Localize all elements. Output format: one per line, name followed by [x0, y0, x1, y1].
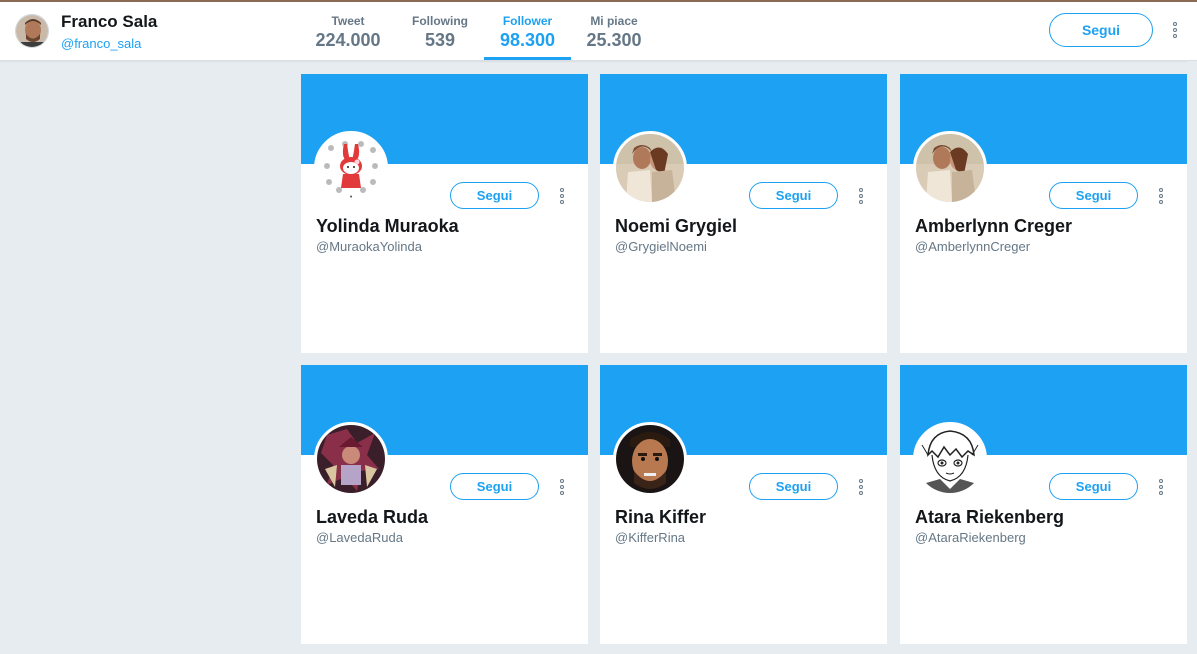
avatar[interactable] — [913, 422, 987, 496]
more-options-icon[interactable] — [1156, 188, 1166, 204]
user-handle[interactable]: @GrygielNoemi — [615, 239, 707, 254]
stat-follower[interactable]: Follower 98.300 — [484, 2, 571, 60]
follower-card[interactable]: ♦ Segui Yolinda Muraoka @MuraokaYolinda — [301, 74, 588, 353]
follower-card[interactable]: Segui Atara Riekenberg @AtaraRiekenberg — [900, 365, 1187, 644]
stat-label: Following — [412, 14, 468, 28]
user-name[interactable]: Noemi Grygiel — [615, 216, 737, 237]
follow-button[interactable]: Segui — [1049, 13, 1153, 47]
user-handle[interactable]: @MuraokaYolinda — [316, 239, 422, 254]
user-handle[interactable]: @KifferRina — [615, 530, 685, 545]
more-options-icon[interactable] — [856, 188, 866, 204]
user-name[interactable]: Yolinda Muraoka — [316, 216, 459, 237]
more-options-icon[interactable] — [1156, 479, 1166, 495]
follow-button[interactable]: Segui — [450, 473, 539, 500]
follow-button[interactable]: Segui — [749, 473, 838, 500]
profile-avatar[interactable] — [15, 14, 49, 48]
stat-value: 98.300 — [499, 30, 556, 50]
avatar[interactable] — [314, 422, 388, 496]
more-options-icon[interactable] — [557, 188, 567, 204]
follow-button[interactable]: Segui — [749, 182, 838, 209]
stat-tweet[interactable]: Tweet 224.000 — [305, 2, 391, 60]
stat-label: Follower — [502, 14, 553, 28]
follower-card[interactable]: Segui Amberlynn Creger @AmberlynnCreger — [900, 74, 1187, 353]
user-name[interactable]: Amberlynn Creger — [915, 216, 1072, 237]
follow-button[interactable]: Segui — [450, 182, 539, 209]
follow-button[interactable]: Segui — [1049, 473, 1138, 500]
user-name[interactable]: Laveda Ruda — [316, 507, 428, 528]
stat-likes[interactable]: Mi piace 25.300 — [571, 2, 657, 60]
profile-name[interactable]: Franco Sala — [61, 12, 157, 32]
avatar[interactable] — [913, 131, 987, 205]
profile-handle[interactable]: @franco_sala — [61, 36, 141, 51]
follower-card[interactable]: Segui Rina Kiffer @KifferRina — [600, 365, 887, 644]
user-name[interactable]: Atara Riekenberg — [915, 507, 1064, 528]
scrollbar[interactable] — [1187, 61, 1197, 654]
follower-card[interactable]: Segui Noemi Grygiel @GrygielNoemi — [600, 74, 887, 353]
user-name[interactable]: Rina Kiffer — [615, 507, 706, 528]
more-options-icon[interactable] — [856, 479, 866, 495]
stat-label: Mi piace — [590, 14, 638, 28]
avatar[interactable] — [613, 131, 687, 205]
user-handle[interactable]: @LavedaRuda — [316, 530, 403, 545]
stat-label: Tweet — [331, 14, 365, 28]
profile-navbar: Franco Sala @franco_sala Tweet 224.000 F… — [0, 2, 1197, 61]
user-handle[interactable]: @AtaraRiekenberg — [915, 530, 1026, 545]
stat-value: 539 — [424, 30, 456, 50]
follow-button[interactable]: Segui — [1049, 182, 1138, 209]
stat-value: 224.000 — [315, 30, 381, 50]
avatar[interactable] — [613, 422, 687, 496]
follower-card[interactable]: Segui Laveda Ruda @LavedaRuda — [301, 365, 588, 644]
more-options-icon[interactable] — [557, 479, 567, 495]
avatar[interactable]: ♦ — [314, 131, 388, 205]
stat-following[interactable]: Following 539 — [397, 2, 483, 60]
svg-text:♦: ♦ — [349, 194, 353, 199]
stat-value: 25.300 — [586, 30, 642, 50]
more-options-icon[interactable] — [1170, 22, 1180, 40]
user-handle[interactable]: @AmberlynnCreger — [915, 239, 1030, 254]
